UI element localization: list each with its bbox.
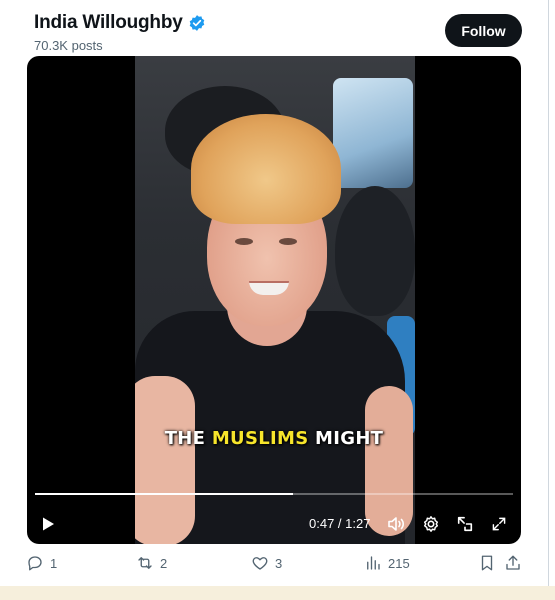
share-icon bbox=[506, 555, 520, 570]
page-background-strip bbox=[0, 586, 555, 600]
views-count: 215 bbox=[388, 555, 410, 571]
pip-icon[interactable] bbox=[455, 514, 475, 534]
play-icon[interactable] bbox=[38, 514, 58, 534]
author-post-count: 70.3K posts bbox=[34, 38, 103, 53]
repost-button[interactable]: 2 bbox=[136, 554, 167, 572]
repost-icon bbox=[138, 557, 152, 569]
views-icon bbox=[367, 556, 380, 570]
current-time: 0:47 bbox=[309, 516, 335, 531]
video-progress-bar[interactable] bbox=[35, 493, 513, 495]
follow-button[interactable]: Follow bbox=[445, 14, 522, 47]
bookmark-icon bbox=[481, 555, 493, 571]
reply-count: 1 bbox=[50, 555, 58, 571]
author-row: India Willoughby bbox=[34, 12, 206, 34]
post-actions: 1 2 3 215 bbox=[26, 554, 520, 580]
reply-icon bbox=[28, 556, 42, 571]
views-button[interactable]: 215 bbox=[364, 554, 410, 572]
post-card: India Willoughby 70.3K posts Follow THE … bbox=[0, 0, 549, 586]
video-progress-fill bbox=[35, 493, 294, 495]
video-controls: 0:47 / 1:27 bbox=[27, 504, 521, 544]
share-button[interactable] bbox=[504, 554, 522, 572]
video-time: 0:47 / 1:27 bbox=[309, 516, 371, 531]
volume-icon[interactable] bbox=[386, 514, 406, 534]
bookmark-button[interactable] bbox=[478, 554, 496, 572]
author-name[interactable]: India Willoughby bbox=[34, 12, 183, 34]
caption-highlight: MUSLIMS bbox=[211, 428, 309, 449]
video-player[interactable]: THE MUSLIMS MIGHT 0:47 / 1:27 bbox=[27, 56, 521, 544]
like-count: 3 bbox=[275, 555, 283, 571]
like-icon bbox=[252, 557, 268, 570]
duration: 1:27 bbox=[345, 516, 371, 531]
reply-button[interactable]: 1 bbox=[26, 554, 57, 572]
like-button[interactable]: 3 bbox=[251, 554, 282, 572]
fullscreen-icon[interactable] bbox=[489, 514, 509, 534]
verified-badge-icon bbox=[189, 15, 204, 31]
settings-icon[interactable] bbox=[421, 514, 441, 534]
video-caption: THE MUSLIMS MIGHT bbox=[164, 428, 384, 449]
repost-count: 2 bbox=[160, 555, 168, 571]
video-frame bbox=[135, 56, 415, 544]
